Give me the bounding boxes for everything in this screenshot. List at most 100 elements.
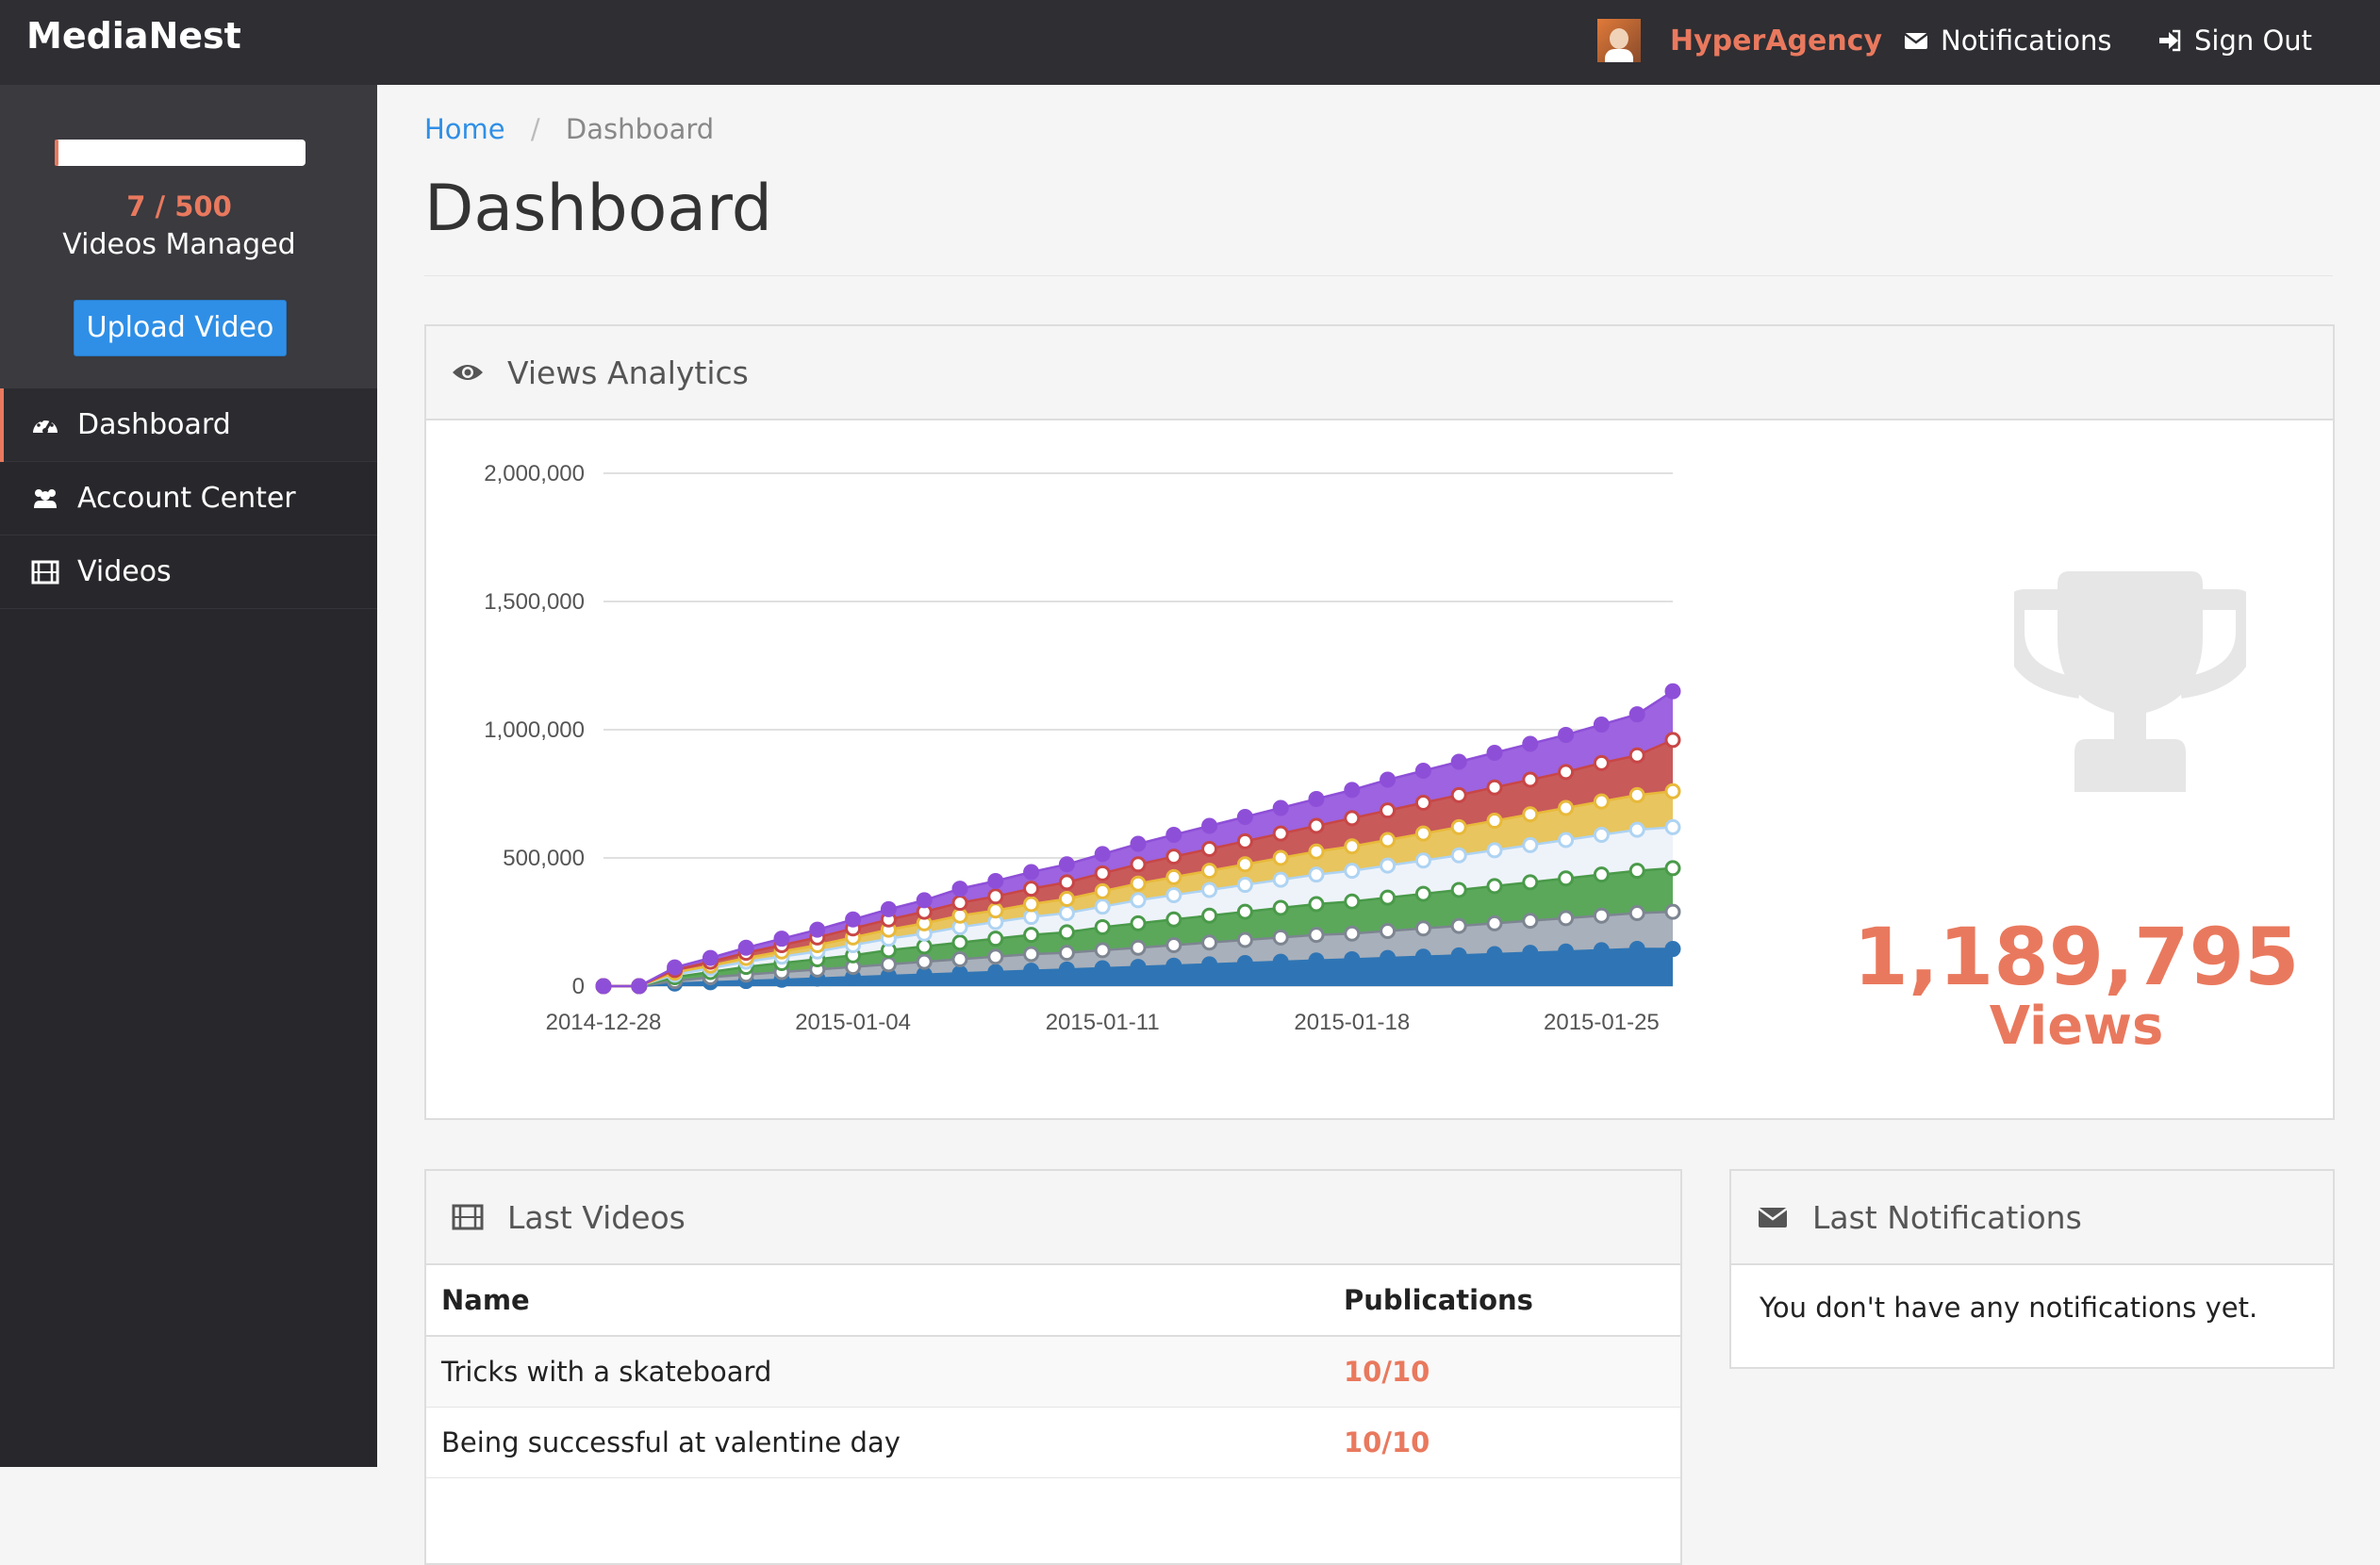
data-point xyxy=(1272,825,1289,842)
last-videos-panel: Last Videos Name Publications Tricks wit… xyxy=(424,1169,1682,1565)
y-tick-label: 500,000 xyxy=(503,846,585,871)
sidebar-item-videos[interactable]: Videos xyxy=(0,535,377,609)
x-tick-label: 2015-01-04 xyxy=(795,1010,911,1035)
data-point xyxy=(1308,927,1325,944)
data-point xyxy=(1380,949,1397,966)
breadcrumb-home-link[interactable]: Home xyxy=(424,113,505,145)
user-avatar[interactable] xyxy=(1597,19,1641,62)
data-point xyxy=(1094,846,1111,863)
data-point xyxy=(1058,924,1075,941)
data-point xyxy=(1558,832,1575,848)
data-point xyxy=(1450,786,1467,803)
dashboard-icon xyxy=(33,418,58,434)
data-point xyxy=(1628,863,1645,880)
data-point xyxy=(1450,947,1467,964)
data-point xyxy=(702,949,719,966)
data-point xyxy=(1308,866,1325,883)
data-point xyxy=(916,938,933,955)
trophy-icon xyxy=(2014,571,2246,792)
data-point xyxy=(1308,952,1325,969)
data-point xyxy=(1664,941,1681,958)
data-point xyxy=(1236,808,1253,825)
video-publications: 10/10 xyxy=(1329,1336,1680,1408)
data-point xyxy=(1094,942,1111,959)
data-point xyxy=(1628,941,1645,958)
data-point xyxy=(1593,907,1610,924)
x-tick-label: 2015-01-25 xyxy=(1544,1010,1660,1035)
data-point xyxy=(951,895,968,912)
sidebar-usage-panel: 7 / 500 Videos Managed Upload Video xyxy=(0,85,377,388)
video-name[interactable]: Being successful at valentine day xyxy=(426,1407,1329,1478)
data-point xyxy=(1522,806,1539,823)
data-point xyxy=(1165,848,1182,865)
video-name[interactable]: Tricks with a skateboard xyxy=(426,1336,1329,1408)
data-point xyxy=(1308,817,1325,834)
top-navbar: MediaNest HyperAgency Notifications Sign… xyxy=(0,0,2380,85)
column-header-publications: Publications xyxy=(1329,1265,1680,1337)
data-point xyxy=(773,931,790,947)
data-point xyxy=(1380,802,1397,819)
data-point xyxy=(1094,918,1111,935)
data-point xyxy=(595,978,612,995)
data-point xyxy=(1522,945,1539,962)
data-point xyxy=(1094,882,1111,899)
data-point xyxy=(1130,959,1147,976)
data-point xyxy=(1344,893,1361,910)
data-point xyxy=(880,956,897,973)
data-point xyxy=(1308,843,1325,860)
main-content: Home / Dashboard Dashboard Views Analyti… xyxy=(377,85,2380,1565)
data-point xyxy=(1380,889,1397,906)
views-analytics-title: Views Analytics xyxy=(507,354,749,391)
data-point xyxy=(1522,836,1539,853)
table-row[interactable]: Being successful at valentine day 10/10 xyxy=(426,1407,1680,1478)
data-point xyxy=(1058,874,1075,891)
envelope-icon xyxy=(1758,1207,1788,1227)
user-menu-link[interactable]: HyperAgency xyxy=(1670,25,1882,58)
data-point xyxy=(1236,931,1253,948)
video-count: 7 / 500 xyxy=(126,190,232,222)
last-videos-title: Last Videos xyxy=(507,1198,686,1236)
data-point xyxy=(1486,914,1503,931)
data-point xyxy=(1450,818,1467,835)
data-point xyxy=(1558,726,1575,743)
data-point xyxy=(880,900,897,917)
sign-out-link[interactable]: Sign Out xyxy=(2157,25,2312,57)
views-analytics-panel: Views Analytics 0 500,000 1,000,000 1,500,0… xyxy=(424,324,2335,1120)
notifications-link[interactable]: Notifications xyxy=(1903,25,2112,57)
upload-video-button[interactable]: Upload Video xyxy=(74,300,287,356)
data-point xyxy=(1201,881,1218,898)
data-point xyxy=(1236,903,1253,920)
table-row[interactable]: Tricks with a skateboard 10/10 xyxy=(426,1336,1680,1408)
data-point xyxy=(1236,877,1253,894)
page-title: Dashboard xyxy=(424,172,772,246)
data-point xyxy=(1308,896,1325,913)
data-point xyxy=(1593,754,1610,771)
data-point xyxy=(951,881,968,898)
data-point xyxy=(845,911,862,928)
data-point xyxy=(1058,945,1075,962)
data-point xyxy=(1236,832,1253,849)
sidebar-item-dashboard[interactable]: Dashboard xyxy=(0,388,377,462)
data-point xyxy=(1558,764,1575,781)
data-point xyxy=(1486,744,1503,761)
data-point xyxy=(809,921,826,938)
data-point xyxy=(1593,717,1610,733)
film-icon xyxy=(452,1204,484,1230)
data-point xyxy=(916,953,933,970)
data-point xyxy=(1522,771,1539,788)
data-point xyxy=(1414,795,1431,812)
views-area-chart: 0 500,000 1,000,000 1,500,000 2,000,000 2014-… xyxy=(484,461,1681,1035)
data-point xyxy=(1201,840,1218,857)
brand-logo[interactable]: MediaNest xyxy=(26,15,241,57)
data-point xyxy=(1272,929,1289,946)
x-tick-label: 2015-01-18 xyxy=(1294,1010,1410,1035)
sidebar-menu: Dashboard Account Center Videos xyxy=(0,388,377,609)
sidebar-item-account-center[interactable]: Account Center xyxy=(0,462,377,535)
data-point xyxy=(1628,821,1645,838)
data-point xyxy=(1058,891,1075,908)
data-point xyxy=(1450,881,1467,898)
data-point xyxy=(631,978,648,995)
usage-progress-bar xyxy=(55,140,306,166)
data-point xyxy=(1165,911,1182,928)
breadcrumb-current: Dashboard xyxy=(565,113,715,145)
